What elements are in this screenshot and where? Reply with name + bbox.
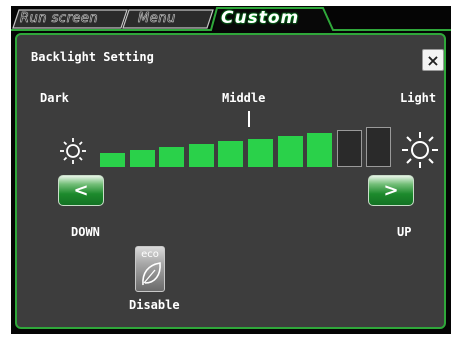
up-label: UP [397,225,412,239]
level-bar [159,147,185,167]
level-bar [336,129,362,167]
level-bar [129,150,155,167]
leaf-icon [142,262,161,286]
device-screen: Run screen Menu Custom Backlight Setting… [11,6,451,334]
eco-status-label: Disable [129,298,180,312]
level-bar [307,132,333,167]
up-button[interactable]: > [368,175,414,206]
tab-bar: Run screen Menu Custom [11,6,451,31]
tab-custom[interactable]: Custom [221,8,299,28]
level-bar [277,135,303,167]
eco-button[interactable]: eco [135,246,165,292]
tab-menu[interactable]: Menu [138,11,208,27]
backlight-panel: Backlight Setting × Dark Middle Light < … [15,33,446,329]
down-label: DOWN [71,225,100,239]
bright-sun-icon [402,132,438,168]
tab-run-screen[interactable]: Run screen [20,11,130,27]
level-bar [366,127,392,167]
level-bar [218,141,244,167]
eco-text: eco [141,249,159,260]
level-bar [188,144,214,167]
down-button[interactable]: < [58,175,104,206]
level-bar [248,138,273,167]
level-bar [100,153,125,167]
